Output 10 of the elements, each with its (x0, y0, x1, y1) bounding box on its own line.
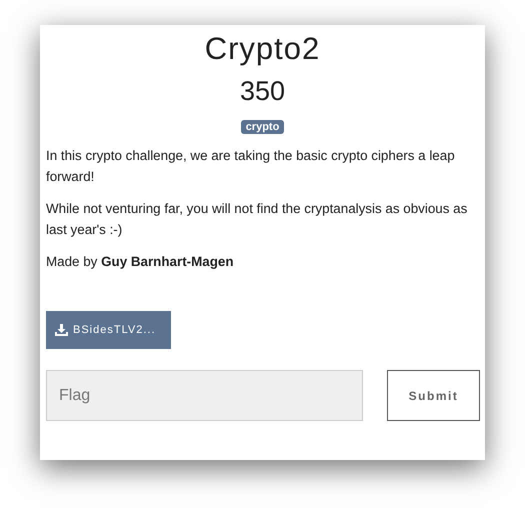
download-icon (55, 324, 68, 336)
description-paragraph: In this crypto challenge, we are taking the basic crypto ciphers a leap forward! (46, 147, 456, 186)
description-paragraph: While not venturing far, you will not find the cryptanalysis as obvious as last year's :-) (46, 200, 468, 239)
description-paragraph: Made by Guy Barnhart-Magen (46, 253, 235, 271)
challenge-title: Crypto2 (204, 30, 322, 68)
challenge-points: 350 (238, 75, 286, 108)
submit-button[interactable]: Submit (387, 370, 480, 421)
flag-input[interactable]: Flag (46, 370, 363, 421)
download-button[interactable]: BSidesTLV2... (46, 311, 171, 349)
category-tag: crypto (240, 120, 284, 134)
